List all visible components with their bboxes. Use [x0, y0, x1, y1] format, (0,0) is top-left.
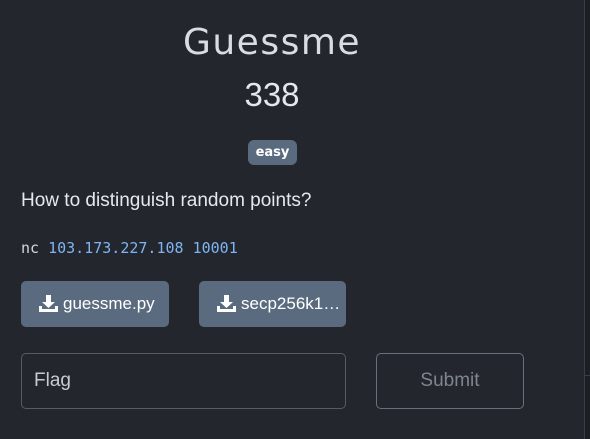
challenge-description: How to distinguish random points?	[21, 190, 312, 211]
modal-edge-tick	[584, 375, 590, 376]
flag-input[interactable]	[21, 353, 346, 409]
difficulty-badge: easy	[248, 140, 297, 165]
challenge-points: 338	[244, 76, 300, 113]
command-prefix: nc	[21, 239, 40, 257]
file-download-button[interactable]: guessme.py	[21, 281, 169, 327]
challenge-title: Guessme	[182, 22, 362, 63]
file-name: guessme.py	[63, 294, 155, 313]
file-download-button[interactable]: secp256k1…	[199, 281, 346, 327]
command-host: 103.173.227.108 10001	[48, 239, 238, 257]
download-icon	[39, 295, 58, 312]
challenge-modal: Guessme 338 easy How to distinguish rand…	[0, 0, 585, 439]
connection-command: nc 103.173.227.108 10001	[21, 239, 238, 257]
submit-button[interactable]: Submit	[376, 353, 524, 409]
file-name: secp256k1…	[241, 294, 341, 313]
download-icon	[217, 295, 236, 312]
